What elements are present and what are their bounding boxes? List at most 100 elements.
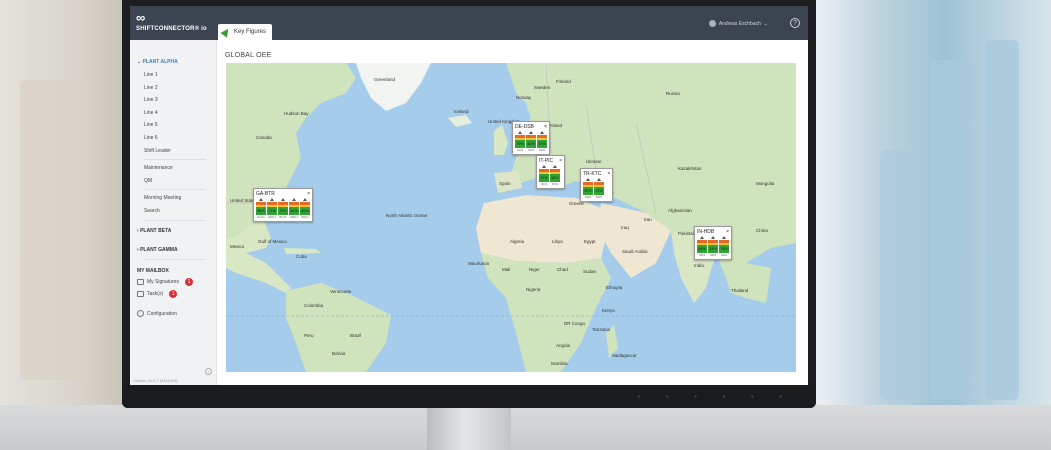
help-button[interactable]: ? <box>790 18 800 28</box>
oee-cell[interactable]: 66% SDS <box>697 236 707 257</box>
oee-cell[interactable]: 81% SDKJ <box>300 198 310 219</box>
sidebar-item-shift-leader[interactable]: Shift Leader <box>130 145 216 158</box>
sidebar-item-morning-meeting[interactable]: Morning Meeting <box>130 192 216 205</box>
close-icon[interactable]: × <box>544 124 547 130</box>
oee-cell[interactable]: 82% SDS <box>583 178 593 199</box>
map-label: Poland <box>548 123 563 128</box>
trend-arrow-icon <box>259 198 263 201</box>
map-label: North Atlantic Ocean <box>386 213 428 218</box>
sidebar-plant-alpha[interactable]: ⌄ PLANT ALPHA <box>130 58 216 66</box>
sidebar-item-line-6[interactable]: Line 6 <box>130 132 216 145</box>
plant-popup-in-hdb[interactable]: IN-HDB × 66% SDS 74% SDS 78% SDS <box>694 226 732 260</box>
app-screen: ∞ SHIFTCONNECTOR® io Key Figures Andreas… <box>130 6 808 385</box>
map-label: Namibia <box>551 361 568 366</box>
oee-line-code: SDS <box>720 253 728 257</box>
map-label: Kenya <box>602 308 615 313</box>
oee-value: 72% <box>267 207 277 215</box>
trend-arrow-icon <box>518 131 522 134</box>
oee-cell[interactable]: 76% SDG <box>537 131 547 152</box>
mailbox-signatures[interactable]: My Signatures 1 <box>130 276 216 288</box>
oee-cell[interactable]: 79% AGS <box>515 131 525 152</box>
plant-popup-tr-ktc[interactable]: TR-KTC × 82% SDS 75% SDS <box>580 168 614 202</box>
sidebar-configuration[interactable]: Configuration <box>130 308 216 320</box>
close-icon[interactable]: × <box>307 191 310 197</box>
oee-value: 85% <box>256 207 266 215</box>
oee-cell[interactable]: 75% SDS <box>594 178 604 199</box>
logo-icon: ∞ <box>136 10 145 25</box>
oee-value: 74% <box>708 245 718 253</box>
sidebar-item-search[interactable]: Search <box>130 205 216 218</box>
oee-line-code: SDKJ <box>290 215 298 219</box>
oee-cell[interactable]: 66% SDKJ <box>289 198 299 219</box>
oee-line-code: AGS <box>516 148 524 152</box>
map-label: Saudi Arabia <box>622 249 648 254</box>
top-bar: ∞ SHIFTCONNECTOR® io Key Figures Andreas… <box>130 6 808 40</box>
map-label: Cuba <box>296 254 307 259</box>
map-label: Egypt <box>584 239 596 244</box>
divider <box>144 189 206 191</box>
map-label: Russia <box>666 91 680 96</box>
map-label: Finland <box>556 79 571 84</box>
tab-label: Key Figures <box>234 29 267 35</box>
divider <box>144 258 206 260</box>
plant-popup-it-pic[interactable]: IT-PIC × 71% SKS 68% DKS <box>536 155 566 189</box>
oee-cell[interactable]: 79% BLAT <box>278 198 288 219</box>
oee-cell[interactable]: 72% SDKJ <box>267 198 277 219</box>
plant-popup-ga-btr[interactable]: GA-BTR × 85% SLKA 72% SDKJ 79% BLAT 66% SDKJ 81% SD… <box>253 188 313 222</box>
oee-value: 75% <box>594 187 604 195</box>
oee-value: 68% <box>550 174 560 182</box>
map-label: DR Congo <box>564 321 586 326</box>
map-label: Ukraine <box>586 159 602 164</box>
map-label: Thailand <box>731 288 749 293</box>
oee-line-code: SDS <box>595 195 603 199</box>
user-menu[interactable]: Andreas Eschbach ⌄ <box>708 20 768 27</box>
oee-cell[interactable]: 68% DKS <box>550 165 560 186</box>
trend-arrow-icon <box>529 131 533 134</box>
trend-arrow-icon <box>292 198 296 201</box>
oee-cell[interactable]: 74% SDS <box>708 236 718 257</box>
close-icon[interactable]: × <box>559 158 562 164</box>
mailbox-tasks[interactable]: Task(s) 1 <box>130 288 216 300</box>
oee-cell[interactable]: 78% SDS <box>719 236 729 257</box>
trend-arrow-icon <box>303 198 307 201</box>
close-icon[interactable]: × <box>726 229 729 235</box>
sidebar-item-line-3[interactable]: Line 3 <box>130 94 216 107</box>
popup-title: TR-KTC <box>583 171 602 177</box>
oee-line-code: BLAT <box>279 215 287 219</box>
map-label: Nigeria <box>526 287 541 292</box>
popup-title: IT-PIC <box>539 158 554 164</box>
divider <box>144 219 206 221</box>
plant-popup-de-dsb[interactable]: DE-DSB × 79% AGS 82% SDS 76% SDG <box>512 121 550 155</box>
tab-key-figures[interactable]: Key Figures <box>218 24 272 40</box>
oee-cell[interactable]: 85% SLKA <box>256 198 266 219</box>
trend-arrow-icon <box>542 165 546 168</box>
trend-arrow-icon <box>711 236 715 239</box>
map-label: Sweden <box>534 85 551 90</box>
map-label: Iceland <box>454 109 469 114</box>
world-map[interactable]: Greenland Iceland Sweden Finland Norway … <box>226 63 796 372</box>
oee-value: 79% <box>515 140 525 148</box>
sidebar-item-line-2[interactable]: Line 2 <box>130 82 216 95</box>
oee-value: 79% <box>278 207 288 215</box>
app-logo[interactable]: ∞ SHIFTCONNECTOR® io <box>136 10 207 32</box>
user-name: Andreas Eschbach <box>718 20 761 27</box>
oee-cell[interactable]: 71% SKS <box>539 165 549 186</box>
sidebar-plant-gamma[interactable]: › PLANT GAMMA <box>130 246 216 254</box>
oee-value: 82% <box>583 187 593 195</box>
oee-value: 82% <box>526 140 536 148</box>
sidebar-plant-beta[interactable]: › PLANT BETA <box>130 227 216 235</box>
oee-cell[interactable]: 82% SDS <box>526 131 536 152</box>
map-label: Niger <box>529 267 540 272</box>
sidebar-item-maintenance[interactable]: Maintenance <box>130 162 216 175</box>
sidebar-item-line-5[interactable]: Line 5 <box>130 119 216 132</box>
oee-value: 78% <box>719 245 729 253</box>
sidebar-item-line-1[interactable]: Line 1 <box>130 69 216 82</box>
gear-icon <box>137 310 144 318</box>
map-label: Canada <box>256 135 272 140</box>
trend-arrow-icon <box>540 131 544 134</box>
collapse-sidebar-button[interactable]: ‹ <box>205 368 212 375</box>
sidebar-item-qm[interactable]: QM <box>130 175 216 188</box>
close-icon[interactable]: × <box>607 171 610 177</box>
map-label: Afghanistan <box>668 208 692 213</box>
sidebar-item-line-4[interactable]: Line 4 <box>130 107 216 120</box>
